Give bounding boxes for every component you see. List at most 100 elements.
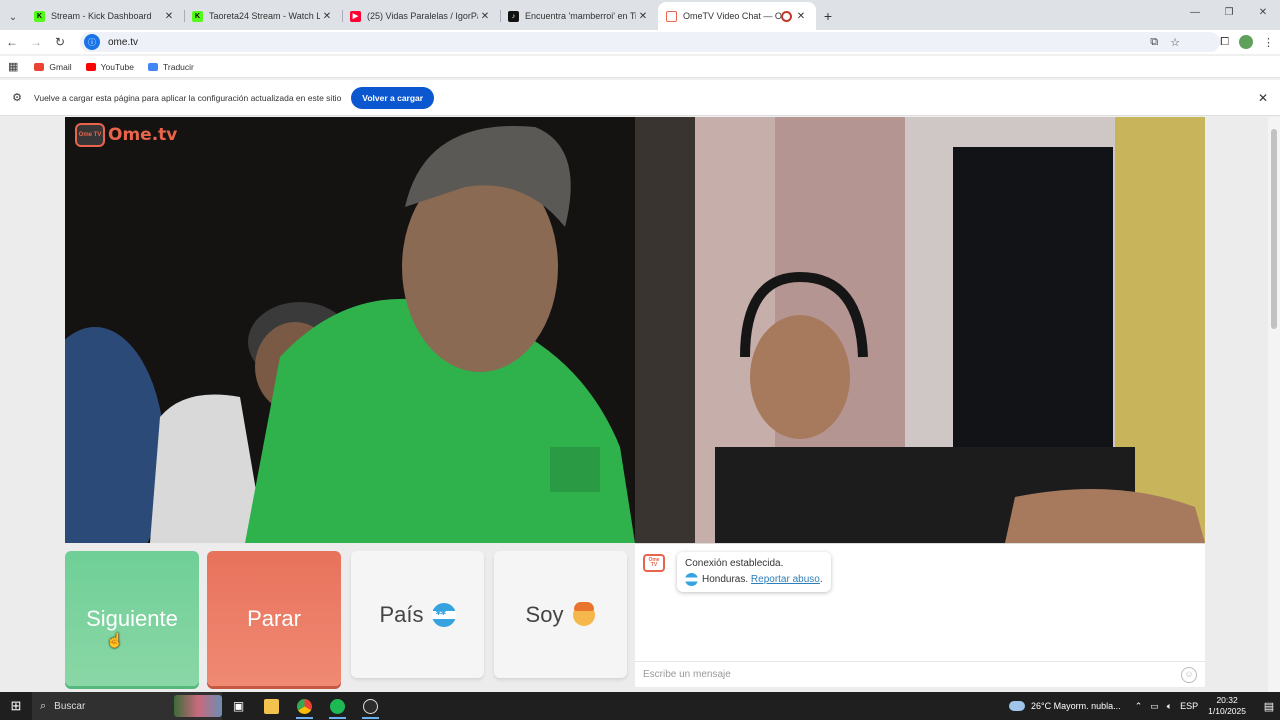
- tab-strip: ⌄ K Stream - Kick Dashboard ✕ K Taoreta2…: [0, 0, 1280, 30]
- bookmark-label: Gmail: [49, 61, 72, 72]
- tab-youtube[interactable]: ▶ (25) Vidas Paralelas / IgorPadilla ✕: [342, 2, 500, 30]
- next-button-label: Siguiente: [86, 605, 178, 631]
- recording-icon: [781, 10, 792, 22]
- ometv-page: Ome TV Ome.tv Siguiente Parar País Soy O: [0, 117, 1280, 692]
- taskbar-search[interactable]: ⌕ Buscar: [32, 692, 222, 720]
- search-icon: ⌕: [40, 699, 47, 712]
- tab-title: (25) Vidas Paralelas / IgorPadilla: [367, 11, 478, 21]
- minimize-icon[interactable]: —: [1178, 0, 1212, 26]
- weather-widget[interactable]: 26°C Mayorm. nubla...: [1009, 701, 1121, 711]
- close-icon[interactable]: ✕: [162, 11, 176, 22]
- country-filter-button[interactable]: País: [351, 551, 484, 678]
- gmail-icon: [34, 62, 45, 71]
- ometv-icon: [666, 10, 677, 22]
- close-icon[interactable]: ✕: [478, 11, 492, 22]
- file-explorer-icon[interactable]: [255, 692, 288, 720]
- browser-toolbar: ← → ↻ ⓘ ome.tv ⧉ ☆ ⧠ ⋮: [0, 30, 1280, 54]
- site-info-icon[interactable]: ⓘ: [84, 34, 100, 50]
- message-placeholder: Escribe un mensaje: [643, 669, 731, 680]
- task-view-icon[interactable]: ▣: [222, 692, 255, 720]
- ometv-logo: Ome TV Ome.tv: [75, 123, 177, 147]
- clock[interactable]: 20:32 1/10/2025: [1208, 695, 1246, 717]
- stranger-video: Ome TV Ome.tv: [65, 117, 635, 543]
- apps-grid-icon[interactable]: ▦: [8, 60, 18, 73]
- menu-icon[interactable]: ⋮: [1263, 36, 1274, 49]
- country-button-label: País: [379, 601, 424, 627]
- weather-text: 26°C Mayorm. nubla...: [1031, 701, 1121, 711]
- stranger-video-frame: [65, 117, 635, 543]
- report-abuse-link[interactable]: Reportar abuso: [751, 574, 820, 585]
- system-message: Conexión establecida. Honduras. Reportar…: [677, 552, 831, 592]
- reload-page-button[interactable]: Volver a cargar: [351, 86, 435, 109]
- windows-start-icon[interactable]: ⊞: [0, 698, 32, 714]
- close-icon[interactable]: ✕: [1258, 91, 1268, 105]
- search-highlight-image: [174, 695, 222, 717]
- emoji-icon[interactable]: ☺: [1181, 667, 1197, 683]
- notifications-icon[interactable]: ▤: [1258, 700, 1280, 713]
- clock-date: 1/10/2025: [1208, 706, 1246, 716]
- restore-icon[interactable]: ❐: [1212, 0, 1246, 26]
- tab-kick-stream[interactable]: K Taoreta24 Stream - Watch Live ✕: [184, 2, 342, 30]
- search-label: Buscar: [54, 700, 86, 712]
- message-input[interactable]: Escribe un mensaje ☺: [635, 661, 1205, 687]
- tray-icons: ⌃ ▭ 🔈︎ ESP: [1135, 701, 1198, 712]
- ometv-badge: Ome TV: [75, 123, 105, 147]
- back-icon[interactable]: ←: [0, 35, 24, 49]
- stop-button[interactable]: Parar: [207, 551, 341, 686]
- bookmark-youtube[interactable]: YouTube: [85, 62, 134, 72]
- tiktok-icon: ♪: [508, 10, 519, 22]
- window-controls: — ❐ ✕: [1178, 0, 1280, 26]
- translate-icon: [148, 62, 159, 71]
- chevron-up-icon[interactable]: ⌃: [1135, 701, 1143, 712]
- reload-icon[interactable]: ↻: [48, 35, 72, 49]
- tab-search-icon[interactable]: ⌄: [0, 4, 26, 30]
- url-text: ome.tv: [108, 36, 139, 48]
- bookmark-traducir[interactable]: Traducir: [148, 62, 194, 72]
- close-icon[interactable]: ✕: [794, 11, 808, 22]
- tab-title: Stream - Kick Dashboard: [51, 11, 152, 21]
- install-app-icon[interactable]: ⧉: [1150, 36, 1158, 49]
- close-icon[interactable]: ✕: [636, 11, 650, 22]
- address-bar[interactable]: ⓘ ome.tv ⧉ ☆: [80, 32, 1220, 52]
- close-window-icon[interactable]: ✕: [1246, 0, 1280, 26]
- kick-icon: K: [192, 10, 203, 22]
- chat-panel: Ome TV Conexión establecida. Honduras. R…: [635, 543, 1205, 687]
- cloud-icon: [1009, 701, 1026, 711]
- infobar-message: Vuelve a cargar esta página para aplicar…: [34, 92, 342, 103]
- connection-status: Conexión establecida.: [685, 558, 784, 569]
- bookmark-gmail[interactable]: Gmail: [34, 61, 72, 72]
- boy-face-icon: [573, 601, 596, 626]
- tab-title: OmeTV Video Chat — Ome: [683, 11, 781, 21]
- close-icon[interactable]: ✕: [320, 11, 334, 22]
- logo-text: Ome.tv: [108, 125, 178, 145]
- chrome-icon[interactable]: [288, 692, 321, 720]
- network-icon[interactable]: ▭: [1150, 701, 1159, 712]
- extensions-icon[interactable]: ⧠: [1220, 36, 1229, 49]
- scroll-thumb[interactable]: [1271, 129, 1277, 329]
- language-indicator[interactable]: ESP: [1180, 701, 1198, 712]
- tab-tiktok[interactable]: ♪ Encuentra 'mamberroi' en TikTok ✕: [500, 2, 658, 30]
- system-tray: 26°C Mayorm. nubla... ⌃ ▭ 🔈︎ ESP 20:32 1…: [1009, 692, 1280, 720]
- profile-avatar[interactable]: [1239, 35, 1253, 49]
- next-button[interactable]: Siguiente: [65, 551, 199, 686]
- new-tab-button[interactable]: +: [816, 4, 840, 28]
- bookmark-star-icon[interactable]: ☆: [1170, 36, 1180, 49]
- windows-taskbar: ⊞ ⌕ Buscar ▣ 26°C Mayorm. nubla... ⌃ ▭ 🔈…: [0, 692, 1280, 720]
- reload-infobar: ⚙ Vuelve a cargar esta página para aplic…: [0, 80, 1280, 116]
- obs-icon[interactable]: [354, 692, 387, 720]
- tab-ometv[interactable]: OmeTV Video Chat — Ome ✕: [658, 2, 816, 30]
- report-period: .: [819, 574, 823, 585]
- volume-icon[interactable]: 🔈︎: [1167, 701, 1172, 712]
- partner-country: Honduras.: [702, 574, 749, 585]
- tab-title: Taoreta24 Stream - Watch Live: [209, 11, 320, 21]
- tab-title: Encuentra 'mamberroi' en TikTok: [525, 11, 636, 21]
- self-video-frame: [635, 117, 1205, 543]
- ometv-chat-icon: Ome TV: [643, 554, 665, 572]
- honduras-flag-icon: [431, 602, 456, 627]
- gender-button[interactable]: Soy: [494, 551, 627, 678]
- gear-icon: ⚙: [12, 92, 22, 104]
- tab-kick-dashboard[interactable]: K Stream - Kick Dashboard ✕: [26, 2, 184, 30]
- forward-icon[interactable]: →: [24, 35, 48, 49]
- page-scrollbar[interactable]: [1268, 117, 1280, 692]
- spotify-icon[interactable]: [321, 692, 354, 720]
